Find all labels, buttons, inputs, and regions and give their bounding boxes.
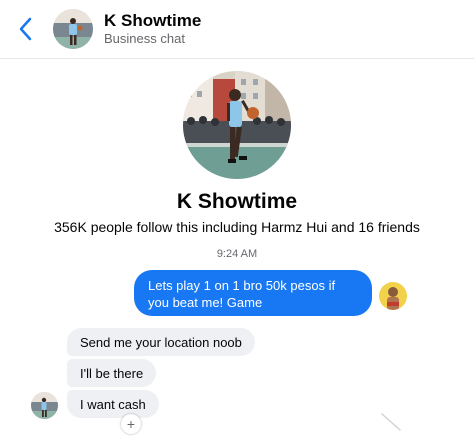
add-reaction-button[interactable]: + (121, 414, 141, 434)
profile-photo[interactable] (183, 71, 291, 179)
chat-header: K Showtime Business chat (0, 0, 474, 59)
outgoing-message[interactable]: Lets play 1 on 1 bro 50k pesos if you be… (134, 270, 372, 316)
read-receipt-avatar (379, 282, 407, 310)
chevron-left-icon (19, 17, 32, 41)
incoming-message[interactable]: I'll be there (67, 359, 157, 387)
header-title[interactable]: K Showtime (104, 11, 201, 31)
profile-name: K Showtime (176, 190, 298, 213)
header-subtitle: Business chat (104, 31, 185, 46)
header-avatar[interactable] (53, 9, 93, 49)
message-timestamp: 9:24 AM (216, 248, 258, 260)
back-button[interactable] (14, 14, 36, 44)
profile-followers: 356K people follow this including Harmz … (54, 219, 420, 235)
incoming-message[interactable]: Send me your location noob (67, 328, 255, 356)
sender-avatar[interactable] (31, 392, 58, 419)
chat-screen: K Showtime Business chat K Showtime 356K… (0, 0, 474, 448)
plus-icon: + (126, 416, 136, 432)
incoming-message[interactable]: I want cash (67, 390, 159, 418)
swipe-indicator-icon (381, 413, 401, 431)
